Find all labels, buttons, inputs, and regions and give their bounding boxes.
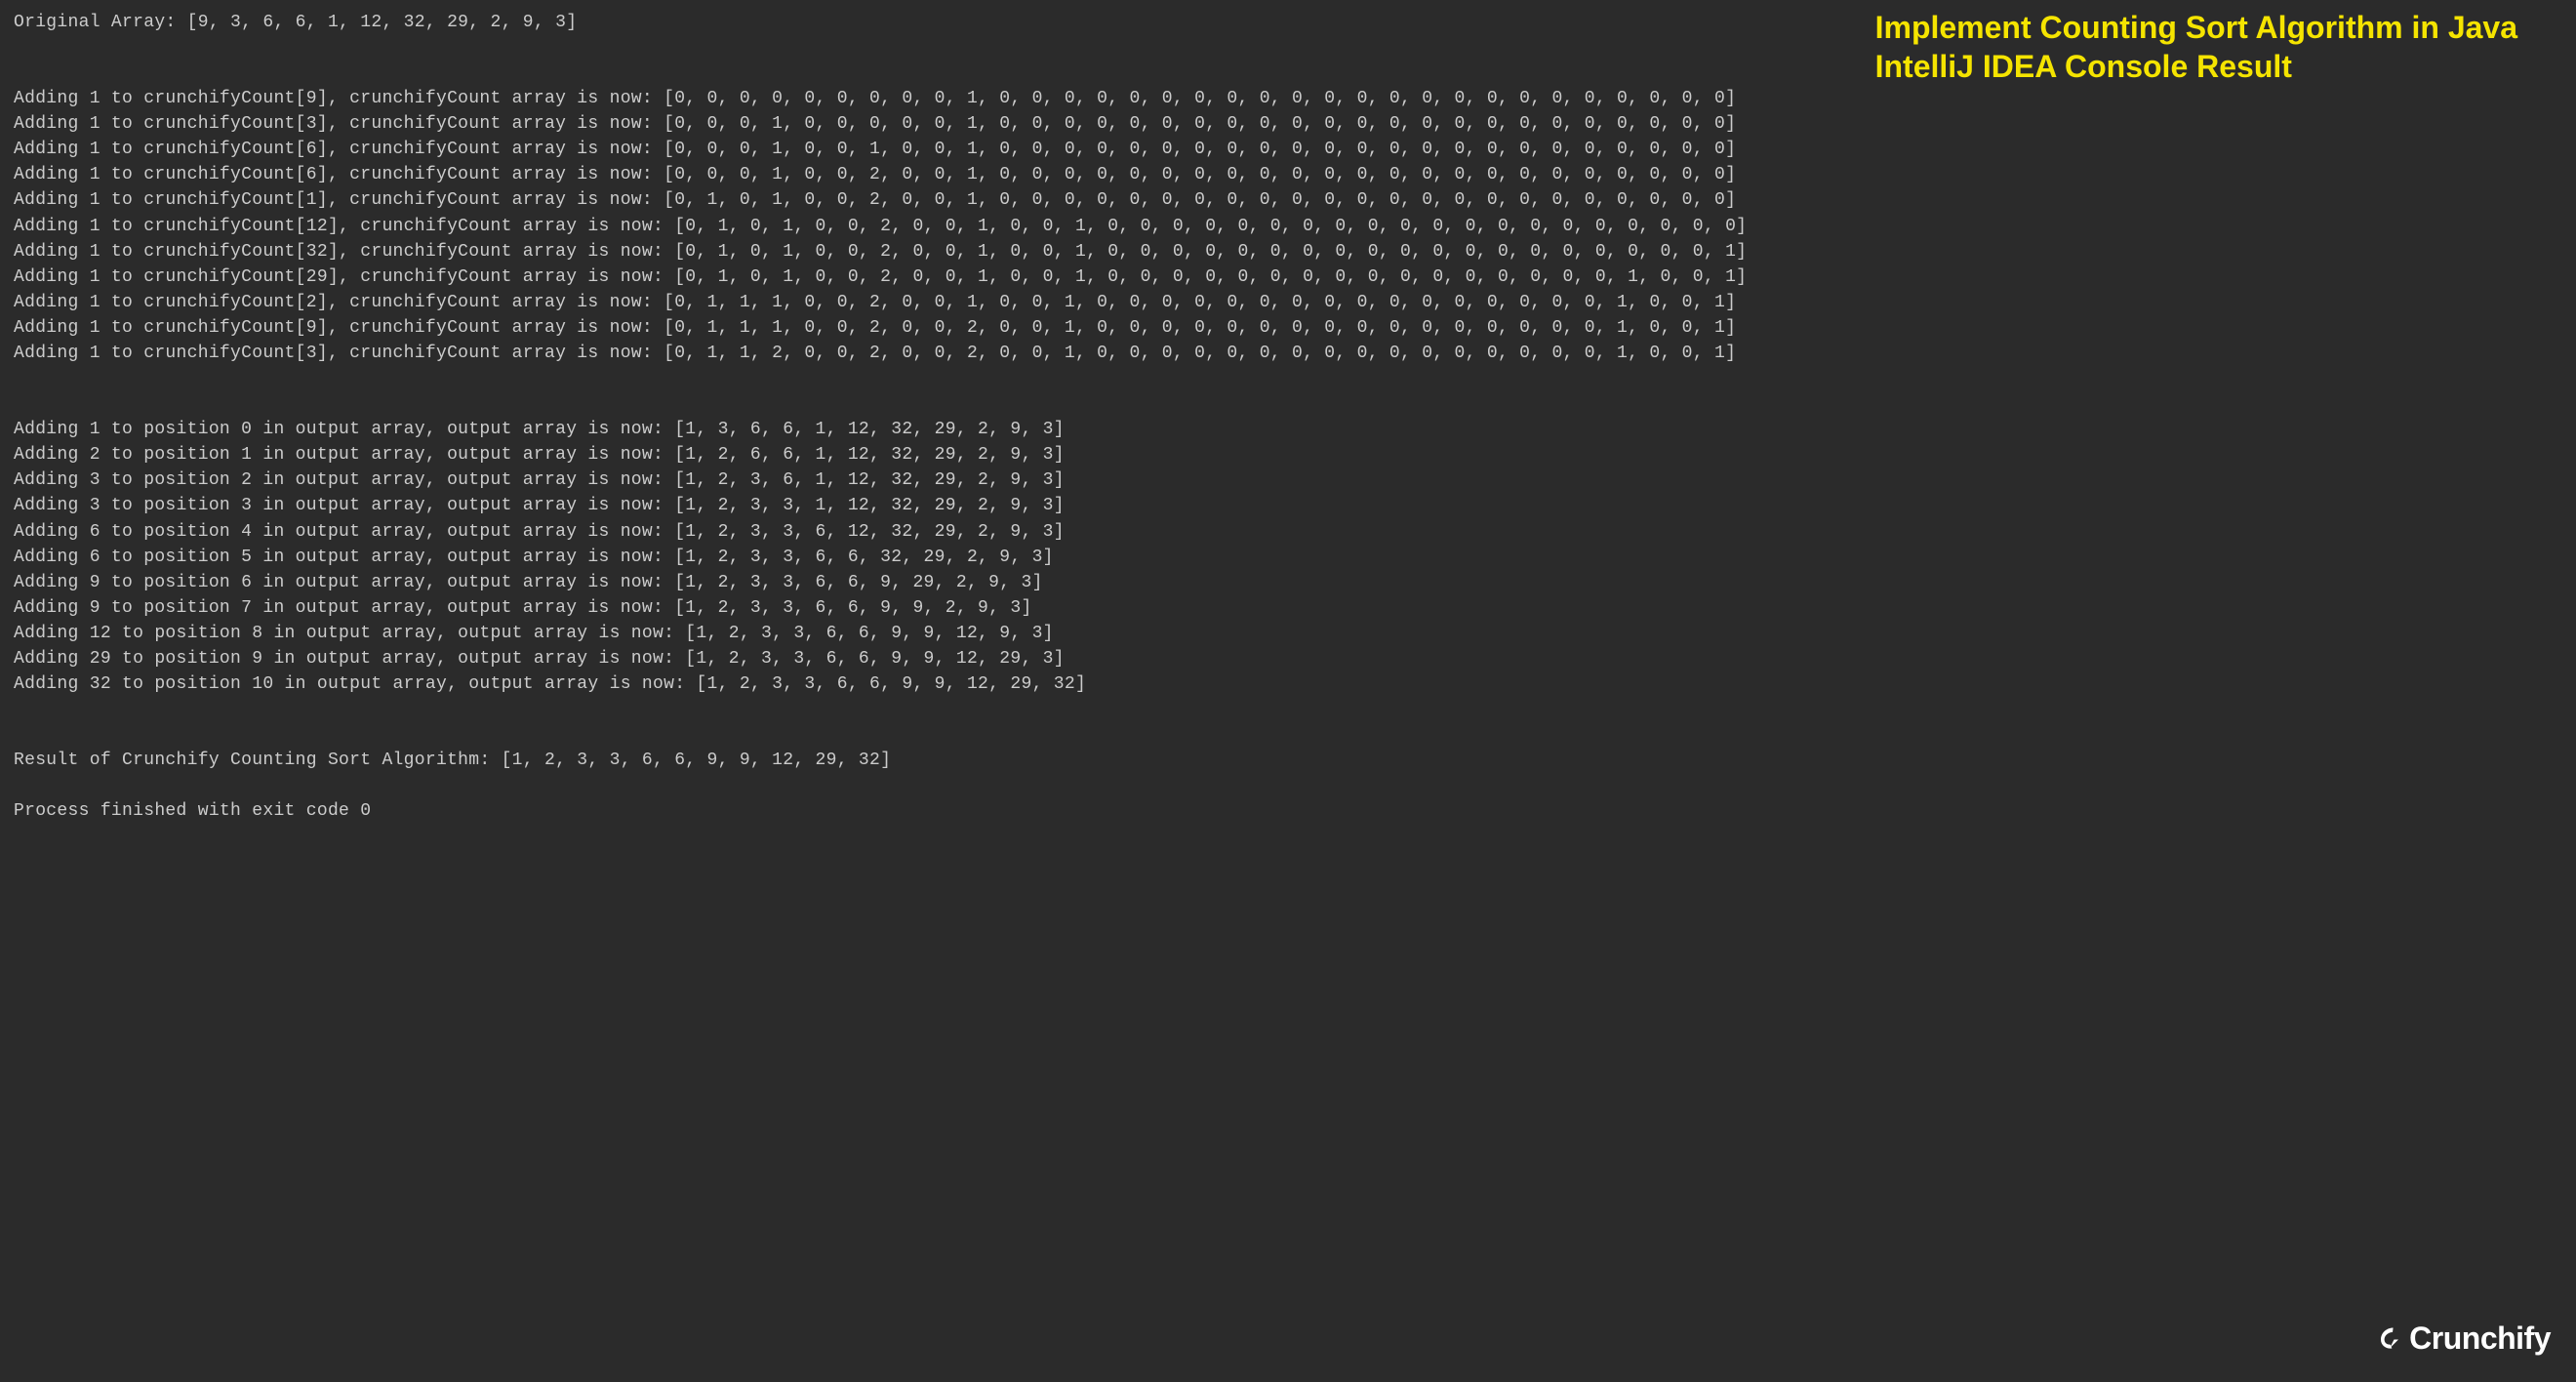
title-line-1: Implement Counting Sort Algorithm in Jav… [1875, 8, 2517, 47]
console-count-line: Adding 1 to crunchifyCount[3], crunchify… [14, 111, 2562, 137]
console-count-line: Adding 1 to crunchifyCount[9], crunchify… [14, 315, 2562, 341]
console-output-line: Adding 1 to position 0 in output array, … [14, 417, 2562, 442]
console-output-line: Adding 29 to position 9 in output array,… [14, 646, 2562, 671]
blank-line [14, 773, 2562, 798]
blank-line [14, 366, 2562, 391]
brand-logo: Crunchify [2372, 1316, 2551, 1361]
console-output-line: Adding 3 to position 2 in output array, … [14, 467, 2562, 493]
console-count-line: Adding 1 to crunchifyCount[32], crunchif… [14, 239, 2562, 264]
console-result-line: Result of Crunchify Counting Sort Algori… [14, 748, 2562, 773]
console-output-line: Adding 9 to position 6 in output array, … [14, 570, 2562, 595]
console-count-line: Adding 1 to crunchifyCount[3], crunchify… [14, 341, 2562, 366]
console-count-line: Adding 1 to crunchifyCount[2], crunchify… [14, 290, 2562, 315]
console-output-line: Adding 6 to position 4 in output array, … [14, 519, 2562, 545]
console-output-line: Adding 32 to position 10 in output array… [14, 671, 2562, 697]
brand-text: Crunchify [2409, 1316, 2551, 1361]
console-count-line: Adding 1 to crunchifyCount[12], crunchif… [14, 214, 2562, 239]
title-overlay: Implement Counting Sort Algorithm in Jav… [1875, 8, 2517, 86]
console-count-line: Adding 1 to crunchifyCount[1], crunchify… [14, 187, 2562, 213]
title-line-2: IntelliJ IDEA Console Result [1875, 47, 2517, 86]
console-output-line: Adding 2 to position 1 in output array, … [14, 442, 2562, 467]
console-count-line: Adding 1 to crunchifyCount[6], crunchify… [14, 162, 2562, 187]
console-count-line: Adding 1 to crunchifyCount[9], crunchify… [14, 86, 2562, 111]
console-count-line: Adding 1 to crunchifyCount[29], crunchif… [14, 264, 2562, 290]
console-output-line: Adding 9 to position 7 in output array, … [14, 595, 2562, 621]
console-count-line: Adding 1 to crunchifyCount[6], crunchify… [14, 137, 2562, 162]
blank-line [14, 722, 2562, 748]
console-process-line: Process finished with exit code 0 [14, 798, 2562, 824]
blank-line [14, 391, 2562, 417]
brand-icon [2372, 1323, 2401, 1353]
console-output-line: Adding 3 to position 3 in output array, … [14, 493, 2562, 518]
blank-line [14, 697, 2562, 722]
console-output-line: Adding 6 to position 5 in output array, … [14, 545, 2562, 570]
console-output-line: Adding 12 to position 8 in output array,… [14, 621, 2562, 646]
